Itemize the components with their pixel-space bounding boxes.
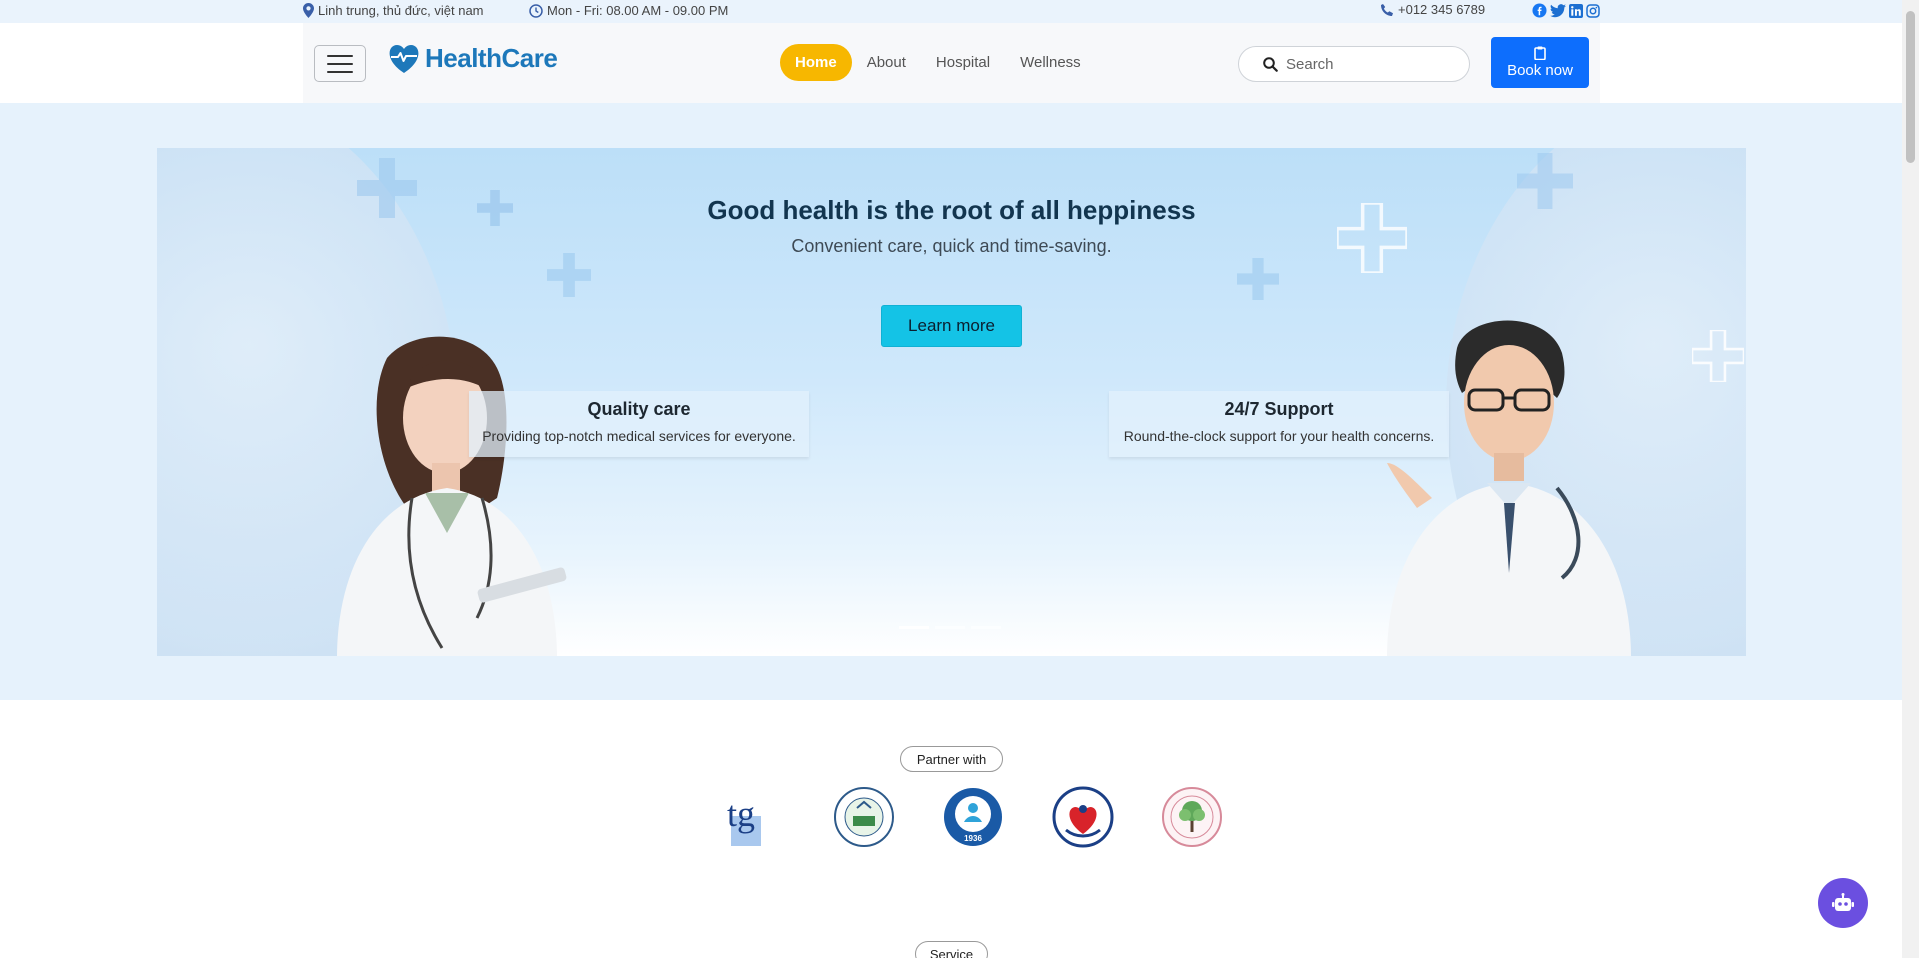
address-text: Linh trung, thủ đức, việt nam <box>318 3 484 18</box>
hamburger-menu-button[interactable] <box>314 45 366 82</box>
site-header: HealthCare Home About Hospital Wellness … <box>0 23 1902 103</box>
hamburger-line-icon <box>327 62 353 65</box>
page-scrollbar[interactable] <box>1902 0 1919 958</box>
carousel-indicator-1[interactable] <box>899 626 929 629</box>
instagram-icon[interactable] <box>1586 3 1600 18</box>
address-info: Linh trung, thủ đức, việt nam <box>303 3 484 18</box>
robot-icon <box>1832 893 1854 911</box>
partner-logos: tg 1936 <box>723 786 1223 852</box>
search-box <box>1238 46 1470 82</box>
feature-title: Quality care <box>587 399 691 419</box>
carousel-indicator-3[interactable] <box>971 626 1001 629</box>
hero-subtitle: Convenient care, quick and time-saving. <box>791 236 1112 256</box>
hero-title: Good health is the root of all heppiness <box>707 195 1196 225</box>
nav-home[interactable]: Home <box>780 44 852 81</box>
logo-text: HealthCare <box>425 43 558 73</box>
search-icon[interactable] <box>1263 56 1278 72</box>
clock-icon <box>529 3 543 18</box>
nav-about[interactable]: About <box>852 44 921 81</box>
hero-carousel: Good health is the root of all heppiness… <box>157 148 1746 656</box>
partner-logo-3[interactable]: 1936 <box>942 786 1004 848</box>
facebook-icon[interactable] <box>1532 3 1547 18</box>
service-label: Service <box>915 941 988 958</box>
scrollbar-thumb[interactable] <box>1906 11 1915 163</box>
nav-wellness[interactable]: Wellness <box>1005 44 1096 81</box>
partner-logo-2[interactable] <box>833 786 895 848</box>
carousel-indicators <box>899 626 1001 629</box>
partner-with-label: Partner with <box>900 746 1003 772</box>
chatbot-button[interactable] <box>1818 878 1868 928</box>
medical-cross-icon <box>547 253 591 297</box>
feature-description: Providing top-notch medical services for… <box>482 428 796 444</box>
hero-section: Good health is the root of all heppiness… <box>0 103 1902 700</box>
feature-title: 24/7 Support <box>1224 399 1334 419</box>
svg-text:tg: tg <box>727 794 755 834</box>
feature-description: Round-the-clock support for your health … <box>1123 428 1435 444</box>
book-now-label: Book now <box>1507 62 1573 79</box>
search-input[interactable] <box>1286 55 1456 73</box>
partner-logo-1[interactable]: tg <box>723 786 785 848</box>
partner-logo-5[interactable] <box>1161 786 1223 848</box>
svg-text:1936: 1936 <box>964 834 982 843</box>
medical-cross-icon <box>1692 330 1744 382</box>
phone-text: +012 345 6789 <box>1398 2 1486 17</box>
main-nav: Home About Hospital Wellness <box>780 44 1096 81</box>
phone-info[interactable]: +012 345 6789 <box>1380 2 1485 17</box>
female-doctor-image <box>337 336 567 656</box>
phone-icon <box>1381 3 1393 16</box>
medical-cross-icon <box>1237 258 1279 300</box>
navbar: HealthCare Home About Hospital Wellness … <box>303 23 1600 103</box>
clipboard-icon <box>1534 46 1546 60</box>
nav-hospital[interactable]: Hospital <box>921 44 1005 81</box>
site-logo[interactable]: HealthCare <box>387 43 558 74</box>
partner-logo-4[interactable] <box>1052 786 1114 848</box>
book-now-button[interactable]: Book now <box>1491 37 1589 88</box>
social-links <box>1532 3 1600 18</box>
hamburger-line-icon <box>327 70 353 73</box>
feature-card-quality-care: Quality care Providing top-notch medical… <box>469 391 809 457</box>
learn-more-button[interactable]: Learn more <box>881 305 1022 347</box>
hours-info: Mon - Fri: 08.00 AM - 09.00 PM <box>529 3 728 18</box>
hamburger-line-icon <box>327 54 353 57</box>
linkedin-icon[interactable] <box>1569 3 1583 18</box>
heart-pulse-icon <box>389 44 419 73</box>
male-doctor-image <box>1387 320 1631 656</box>
hours-text: Mon - Fri: 08.00 AM - 09.00 PM <box>547 3 729 18</box>
location-pin-icon <box>303 3 314 18</box>
twitter-icon[interactable] <box>1550 3 1566 18</box>
feature-card-support: 24/7 Support Round-the-clock support for… <box>1109 391 1449 457</box>
top-info-bar: Linh trung, thủ đức, việt nam Mon - Fri:… <box>0 0 1902 23</box>
carousel-indicator-2[interactable] <box>935 626 965 629</box>
